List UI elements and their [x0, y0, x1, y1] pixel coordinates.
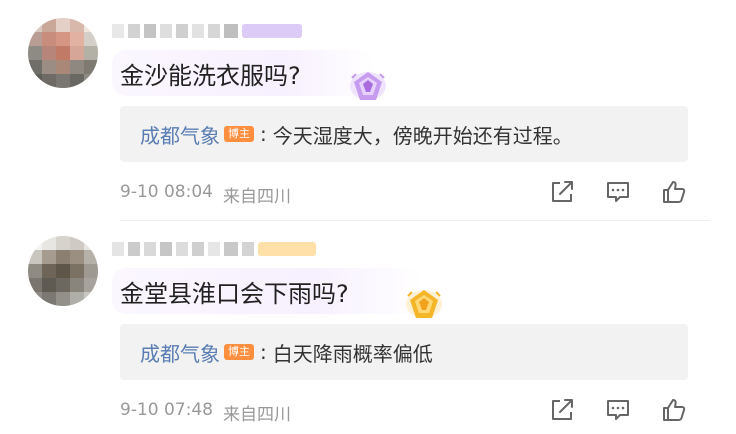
reply-separator: : — [260, 122, 267, 146]
location: 来自四川 — [222, 187, 291, 207]
blogger-reply: 成都气象 博主 : 白天降雨概率偏低 — [120, 324, 688, 380]
blogger-badge: 博主 — [224, 344, 254, 360]
reply-author[interactable]: 成都气象 — [140, 338, 220, 367]
username-blurred[interactable] — [112, 240, 316, 258]
blogger-badge: 博主 — [224, 126, 254, 142]
user-tag — [258, 242, 316, 256]
blogger-reply: 成都气象 博主 : 今天湿度大，傍晚开始还有过程。 — [120, 106, 688, 162]
comment-icon[interactable] — [604, 396, 632, 424]
like-icon[interactable] — [660, 178, 688, 206]
reply-author[interactable]: 成都气象 — [140, 120, 220, 149]
like-icon[interactable] — [660, 396, 688, 424]
question-text: 金沙能洗衣服吗? — [120, 61, 301, 90]
comment-icon[interactable] — [604, 178, 632, 206]
divider — [120, 220, 710, 221]
username-blurred[interactable] — [112, 22, 302, 40]
share-icon[interactable] — [548, 178, 576, 206]
purple-gem-icon — [350, 72, 386, 100]
location: 来自四川 — [222, 405, 291, 425]
avatar[interactable] — [28, 18, 98, 88]
share-icon[interactable] — [548, 396, 576, 424]
avatar[interactable] — [28, 236, 98, 306]
comment-text: 金堂县淮口会下雨吗? — [112, 268, 423, 314]
user-tag — [242, 24, 302, 38]
reply-separator: : — [260, 340, 267, 364]
comment-text: 金沙能洗衣服吗? — [112, 50, 375, 96]
reply-text: 今天湿度大，傍晚开始还有过程。 — [272, 123, 573, 148]
timestamp: 9-10 08:04 — [120, 182, 213, 202]
question-text: 金堂县淮口会下雨吗? — [120, 279, 349, 308]
gold-gem-icon — [406, 290, 442, 318]
comment-meta: 9-10 07:48 来自四川 — [120, 400, 291, 425]
timestamp: 9-10 07:48 — [120, 400, 213, 420]
reply-text: 白天降雨概率偏低 — [272, 341, 433, 366]
comment-meta: 9-10 08:04 来自四川 — [120, 182, 291, 207]
